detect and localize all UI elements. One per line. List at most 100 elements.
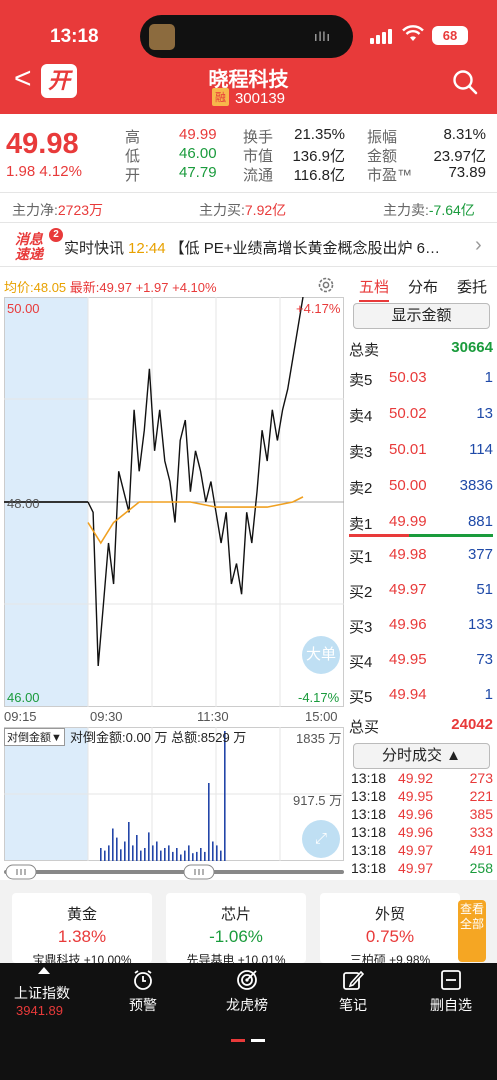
bottom-toolbar: 上证指数 3941.89 预警 龙虎榜 笔记 删自选	[0, 963, 497, 1080]
ask-row[interactable]: 卖1 49.99 881	[349, 513, 493, 533]
deal-row: 13:18 49.96 385	[351, 806, 493, 824]
news-logo[interactable]: 消息 速递 2	[15, 228, 63, 262]
change-pct: 4.12%	[39, 163, 82, 180]
big-order-button[interactable]: 大单	[302, 636, 340, 674]
search-icon[interactable]	[451, 68, 479, 96]
float-label: 流通	[243, 167, 274, 184]
main-sell-flow: 主力卖:-7.64亿	[383, 200, 475, 220]
index-value: 3941.89	[16, 1003, 63, 1018]
volume-bar	[140, 850, 142, 861]
volume-bar	[180, 854, 182, 861]
tab-orders[interactable]: 委托	[457, 276, 487, 297]
deal-price: 49.95	[398, 788, 434, 804]
bid-row[interactable]: 买2 49.97 51	[349, 581, 493, 601]
news-ticker[interactable]: 实时快讯 12:44 【低 PE+业绩高增长黄金概念股出炉 6…	[64, 237, 464, 258]
bid-level-label: 买4	[349, 654, 373, 671]
target-icon	[237, 970, 257, 990]
deal-time: 13:18	[351, 860, 387, 876]
bid-row[interactable]: 买3 49.96 133	[349, 616, 493, 636]
deal-time: 13:18	[351, 770, 387, 786]
volume-bar	[212, 841, 214, 861]
volume-bar	[204, 851, 206, 861]
minus-square-icon	[441, 970, 461, 990]
total-sell-label: 总卖	[349, 342, 380, 359]
scroller-track	[4, 870, 344, 874]
latest-pct: +4.10%	[172, 280, 217, 295]
price-change: 1.98 4.12%	[6, 163, 82, 180]
pager-dot	[251, 1039, 265, 1042]
bid-row[interactable]: 买5 49.94 1	[349, 686, 493, 706]
ask-volume: 114	[469, 441, 493, 458]
deal-row: 13:18 49.96 333	[351, 824, 493, 842]
volume-bar	[124, 841, 126, 861]
divider	[0, 222, 497, 223]
bid-volume: 73	[476, 651, 493, 668]
show-amount-button[interactable]: 显示金额	[353, 303, 490, 329]
volume-bar	[112, 828, 114, 861]
volume-bar	[152, 845, 154, 861]
ask-row[interactable]: 卖5 50.03 1	[349, 369, 493, 389]
latest-value: 49.97	[99, 280, 132, 295]
news-count-badge: 2	[49, 228, 63, 242]
main-net-flow: 主力净:2723万	[12, 200, 103, 220]
edit-icon	[343, 970, 364, 990]
volume-bar	[132, 845, 134, 861]
ask-level-label: 卖5	[349, 372, 373, 389]
expand-up-icon[interactable]	[38, 967, 50, 974]
total-buy-value: 24042	[451, 716, 493, 733]
main-buy-flow: 主力买:7.92亿	[199, 200, 286, 220]
pe-value: 73.89	[448, 164, 486, 181]
bid-row[interactable]: 买4 49.95 73	[349, 651, 493, 671]
total-sell-value: 30664	[451, 339, 493, 356]
ask-volume: 1	[484, 369, 493, 386]
deal-price: 49.96	[398, 806, 434, 822]
stock-code-line: 融 300139	[0, 88, 497, 107]
volume-bar	[188, 845, 190, 861]
avg-value: 48.05	[33, 280, 67, 295]
dragon-tiger-label: 龙虎榜	[226, 997, 268, 1013]
sector-card[interactable]: 外贸 0.75% 三柏硕 +9.98%	[320, 893, 460, 967]
price-axis-bottom: 46.00	[7, 690, 40, 705]
ask-volume: 3836	[459, 477, 493, 494]
volume-bars	[100, 731, 226, 861]
sector-pct: 1.38%	[57, 927, 107, 946]
ask-row[interactable]: 卖2 50.00 3836	[349, 477, 493, 497]
tick-deals-button[interactable]: 分时成交 ▲	[353, 743, 490, 769]
volume-type-select[interactable]: 对倒金额▼	[4, 728, 65, 746]
bid-price: 49.94	[389, 686, 427, 703]
main-net-label: 主力净:	[12, 202, 58, 218]
sector-card[interactable]: 芯片 -1.06% 先导基电 +10.01%	[166, 893, 306, 967]
tab-distribution[interactable]: 分布	[408, 276, 438, 297]
deal-row: 13:18 49.97 258	[351, 860, 493, 878]
amount-value: 23.97亿	[433, 148, 486, 165]
index-name[interactable]: 上证指数	[14, 983, 70, 1003]
battery-icon: 68	[432, 26, 468, 45]
volume-bar	[176, 848, 178, 861]
sector-pct: -1.06%	[209, 927, 263, 946]
news-time: 12:44	[128, 240, 166, 257]
bid-price: 49.98	[389, 546, 427, 563]
ask-row[interactable]: 卖4 50.02 13	[349, 405, 493, 425]
bid-volume: 51	[476, 581, 493, 598]
bid-price: 49.95	[389, 651, 427, 668]
sector-card[interactable]: 黄金 1.38% 宝鼎科技 +10.00%	[12, 893, 152, 967]
deal-price: 49.97	[398, 842, 434, 858]
chevron-right-icon[interactable]: ›	[475, 234, 482, 257]
ask-level-label: 卖3	[349, 444, 373, 461]
bid-row[interactable]: 买1 49.98 377	[349, 546, 493, 566]
margin-badge: 融	[211, 88, 229, 106]
tab-five-levels[interactable]: 五档	[359, 276, 390, 302]
expand-icon[interactable]: ⤢	[302, 820, 340, 858]
view-all-sectors-button[interactable]: 查看全部	[458, 900, 486, 962]
sector-name: 黄金	[66, 906, 97, 923]
time-range-scroller[interactable]	[4, 864, 344, 880]
volume-bar	[120, 849, 122, 861]
ask-row[interactable]: 卖3 50.01 114	[349, 441, 493, 461]
ask-volume: 881	[467, 513, 493, 530]
gear-icon[interactable]	[316, 275, 336, 295]
intraday-chart[interactable]	[4, 297, 344, 707]
main-buy-value: 7.92亿	[244, 202, 287, 218]
bid-price: 49.96	[389, 616, 427, 633]
ask-level-label: 卖4	[349, 408, 373, 425]
bid-volume: 133	[467, 616, 493, 633]
